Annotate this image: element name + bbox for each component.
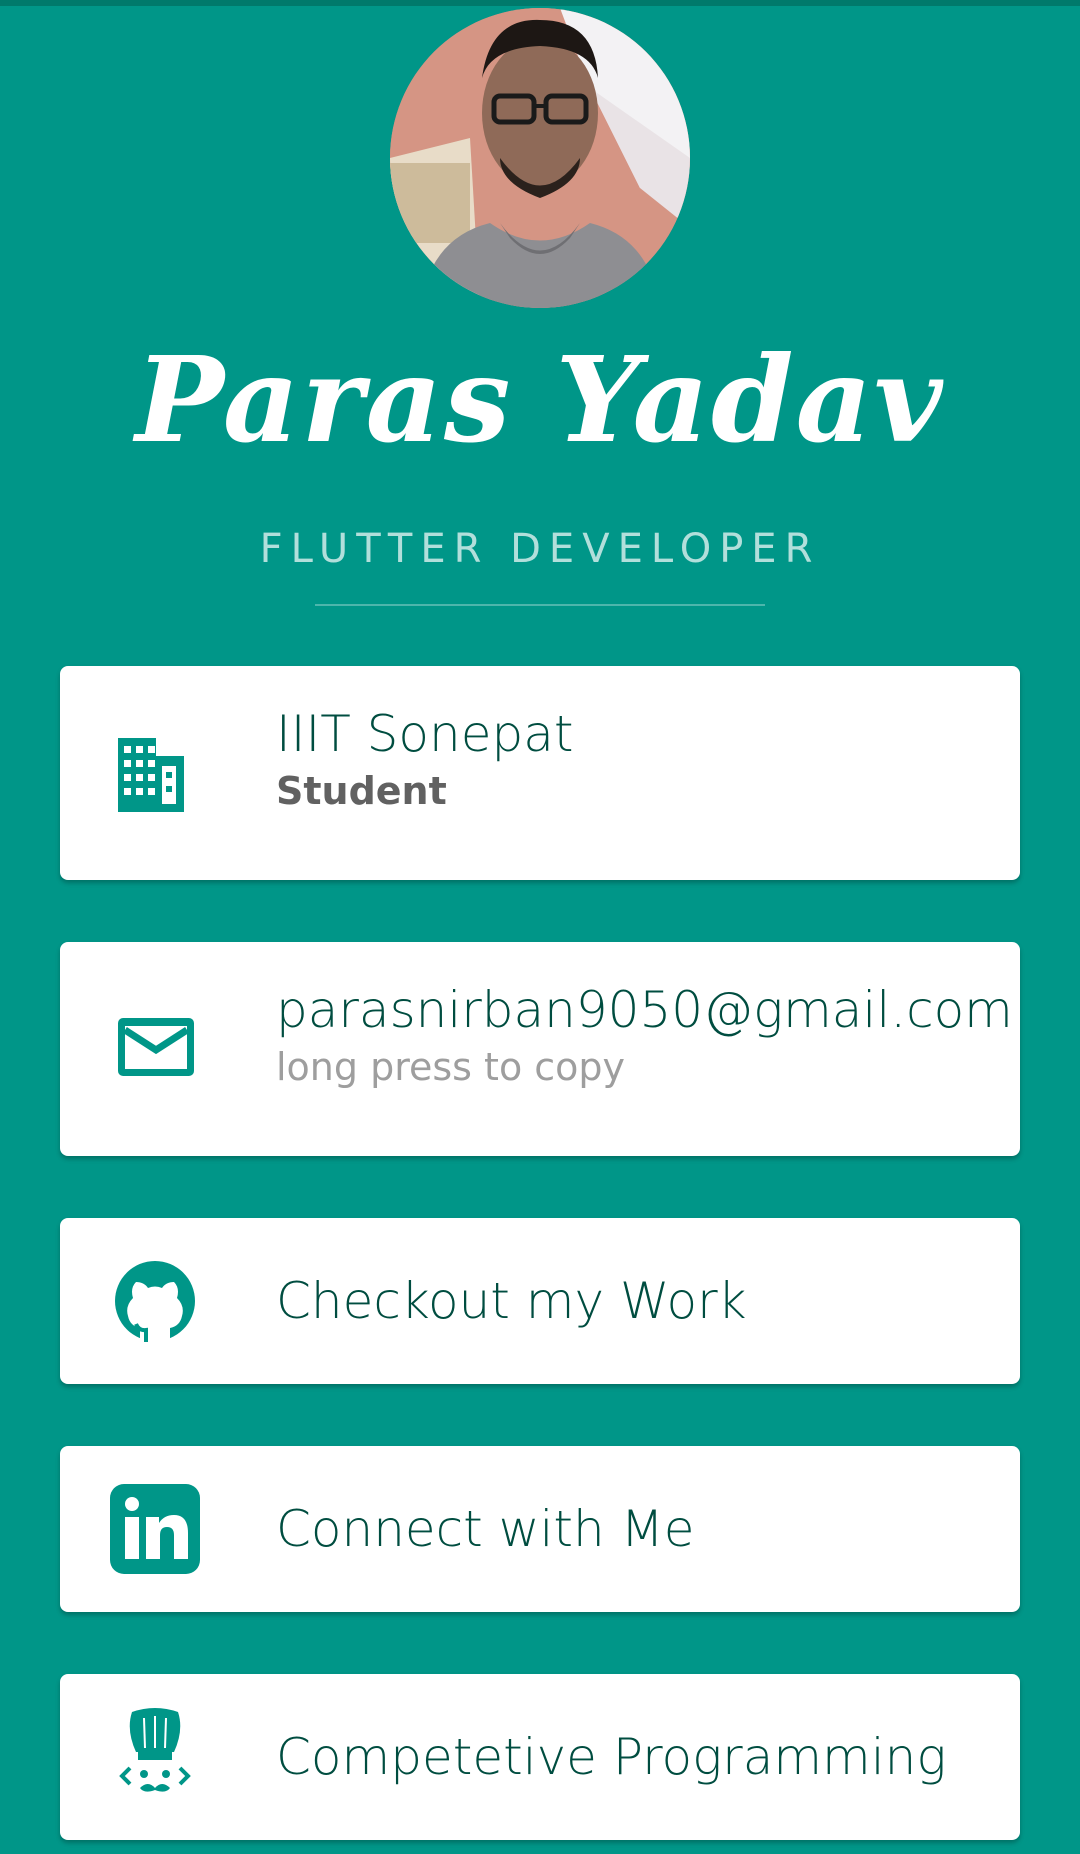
github-icon — [110, 1256, 200, 1346]
card-competitive-programming[interactable]: Competetive Programming — [60, 1674, 1020, 1840]
mail-icon — [110, 1002, 200, 1092]
status-strip — [0, 0, 1080, 6]
codechef-icon — [110, 1704, 200, 1804]
linkedin-icon — [110, 1484, 200, 1574]
card-github[interactable]: Checkout my Work — [60, 1218, 1020, 1384]
avatar — [390, 8, 690, 308]
card-primary-text: Competetive Programming — [276, 1728, 947, 1786]
email-hint: long press to copy — [276, 1045, 626, 1089]
card-linkedin[interactable]: Connect with Me — [60, 1446, 1020, 1612]
card-primary-text: Checkout my Work — [276, 1272, 747, 1330]
building-icon — [110, 726, 200, 816]
profile-name: Paras Yadav — [135, 330, 945, 469]
card-primary-text: Connect with Me — [276, 1500, 695, 1558]
card-institution[interactable]: IIIT Sonepat Student — [60, 666, 1020, 880]
divider — [315, 604, 765, 606]
card-secondary-text: Student — [276, 769, 447, 813]
email-address[interactable]: parasnirban9050@gmail.com — [276, 980, 1013, 1040]
profile-title: FLUTTER DEVELOPER — [259, 526, 821, 572]
card-email[interactable]: parasnirban9050@gmail.com long press to … — [60, 942, 1020, 1156]
card-primary-text: IIIT Sonepat — [276, 705, 574, 763]
